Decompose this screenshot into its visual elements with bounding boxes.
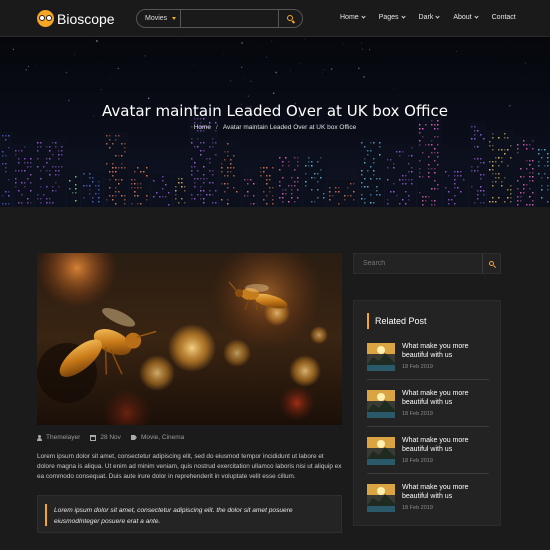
nav-home-label: Home: [340, 14, 359, 21]
tag-icon: [130, 435, 137, 440]
search-icon: [287, 15, 293, 21]
related-post-title[interactable]: What make you more beautiful with us: [402, 342, 490, 360]
page-title: Avatar maintain Leaded Over at UK box Of…: [102, 102, 448, 120]
brand-name: Bioscope: [57, 10, 115, 27]
nav-about-label: About: [453, 14, 472, 21]
nav-contact[interactable]: Contact: [492, 14, 516, 21]
related-post-item[interactable]: What make you more beautiful with us 18 …: [367, 342, 489, 382]
quote-accent-bar: [45, 504, 47, 526]
post-meta: Themelayer 28 Nov Movie, Cinema: [37, 434, 194, 441]
post-author[interactable]: Themelayer: [37, 434, 80, 441]
search-category-label: Movies: [145, 15, 168, 22]
post-blockquote: Lorem ipsum dolor sit amet, consectetur …: [37, 495, 342, 533]
related-post-date: 18 Feb 2019: [402, 505, 433, 511]
related-post-item[interactable]: What make you more beautiful with us 18 …: [367, 389, 489, 429]
nav-pages[interactable]: Pages: [378, 14, 406, 21]
nav-contact-label: Contact: [491, 14, 516, 21]
site-header: Bioscope Movies Home Pages Dark About Co…: [0, 0, 550, 37]
divider: [367, 473, 489, 474]
city-skyline-background: [0, 38, 550, 207]
related-post-title[interactable]: What make you more beautiful with us: [402, 483, 490, 501]
breadcrumb: Home / Avatar maintain Leaded Over at UK b…: [0, 124, 550, 131]
sidebar-search: [353, 253, 501, 274]
user-icon: [37, 434, 42, 441]
sidebar-search-input[interactable]: [354, 260, 482, 267]
nav-pages-label: Pages: [378, 14, 399, 21]
breadcrumb-separator: /: [216, 124, 218, 131]
nav-about[interactable]: About: [453, 14, 479, 21]
post-date-text: 28 Nov: [100, 434, 121, 441]
post-categories-text: Movie, Cinema: [140, 434, 185, 441]
related-post-thumbnail[interactable]: [367, 343, 395, 371]
owl-logo-icon: [37, 10, 54, 27]
breadcrumb-current: Avatar maintain Leaded Over at UK box Of…: [222, 124, 357, 131]
related-post-date: 18 Feb 2019: [402, 364, 433, 370]
related-post-item[interactable]: What make you more beautiful with us 18 …: [367, 483, 489, 523]
sidebar-search-button[interactable]: [482, 254, 500, 273]
header-search-input[interactable]: [181, 10, 278, 27]
brand-logo[interactable]: Bioscope: [37, 10, 115, 27]
nav-dark[interactable]: Dark: [419, 14, 440, 21]
post-author-name: Themelayer: [46, 434, 81, 441]
related-posts-title: Related Post: [375, 316, 427, 326]
related-post-thumbnail[interactable]: [367, 484, 395, 512]
divider: [367, 426, 489, 427]
chevron-down-icon: [474, 14, 479, 19]
nav-home[interactable]: Home: [340, 14, 366, 21]
nav-dark-label: Dark: [418, 14, 434, 21]
breadcrumb-home-link[interactable]: Home: [194, 124, 211, 131]
header-search-bar: Movies: [136, 9, 303, 28]
related-post-date: 18 Feb 2019: [402, 411, 433, 417]
related-post-title[interactable]: What make you more beautiful with us: [402, 389, 490, 407]
related-post-thumbnail[interactable]: [367, 437, 395, 465]
header-search-button[interactable]: [278, 10, 302, 27]
related-post-title[interactable]: What make you more beautiful with us: [402, 436, 490, 454]
search-icon: [489, 261, 494, 266]
related-posts-widget: Related Post What make you more beautifu…: [353, 300, 501, 526]
chevron-down-icon: [400, 14, 406, 19]
post-featured-image: [37, 253, 342, 425]
post-body-text: Lorem ipsum dolor sit amet, consectetur …: [37, 453, 342, 481]
related-posts-heading: Related Post: [367, 313, 427, 329]
chevron-down-icon: [361, 14, 366, 19]
post-date: 28 Nov: [90, 434, 121, 441]
main-nav: Home Pages Dark About Contact: [340, 14, 530, 21]
search-category-select[interactable]: Movies: [137, 10, 181, 27]
chevron-down-icon: [172, 17, 176, 20]
heading-accent-bar: [367, 313, 369, 329]
page-hero: Avatar maintain Leaded Over at UK box Of…: [0, 37, 550, 207]
calendar-icon: [90, 434, 97, 441]
related-post-item[interactable]: What make you more beautiful with us 18 …: [367, 436, 489, 476]
chevron-down-icon: [435, 14, 440, 19]
related-post-thumbnail[interactable]: [367, 390, 395, 418]
divider: [367, 379, 489, 380]
related-post-date: 18 Feb 2019: [402, 458, 433, 464]
quote-text: Lorem ipsum dolor sit amet, consectetur …: [54, 507, 293, 525]
post-categories[interactable]: Movie, Cinema: [130, 434, 185, 441]
